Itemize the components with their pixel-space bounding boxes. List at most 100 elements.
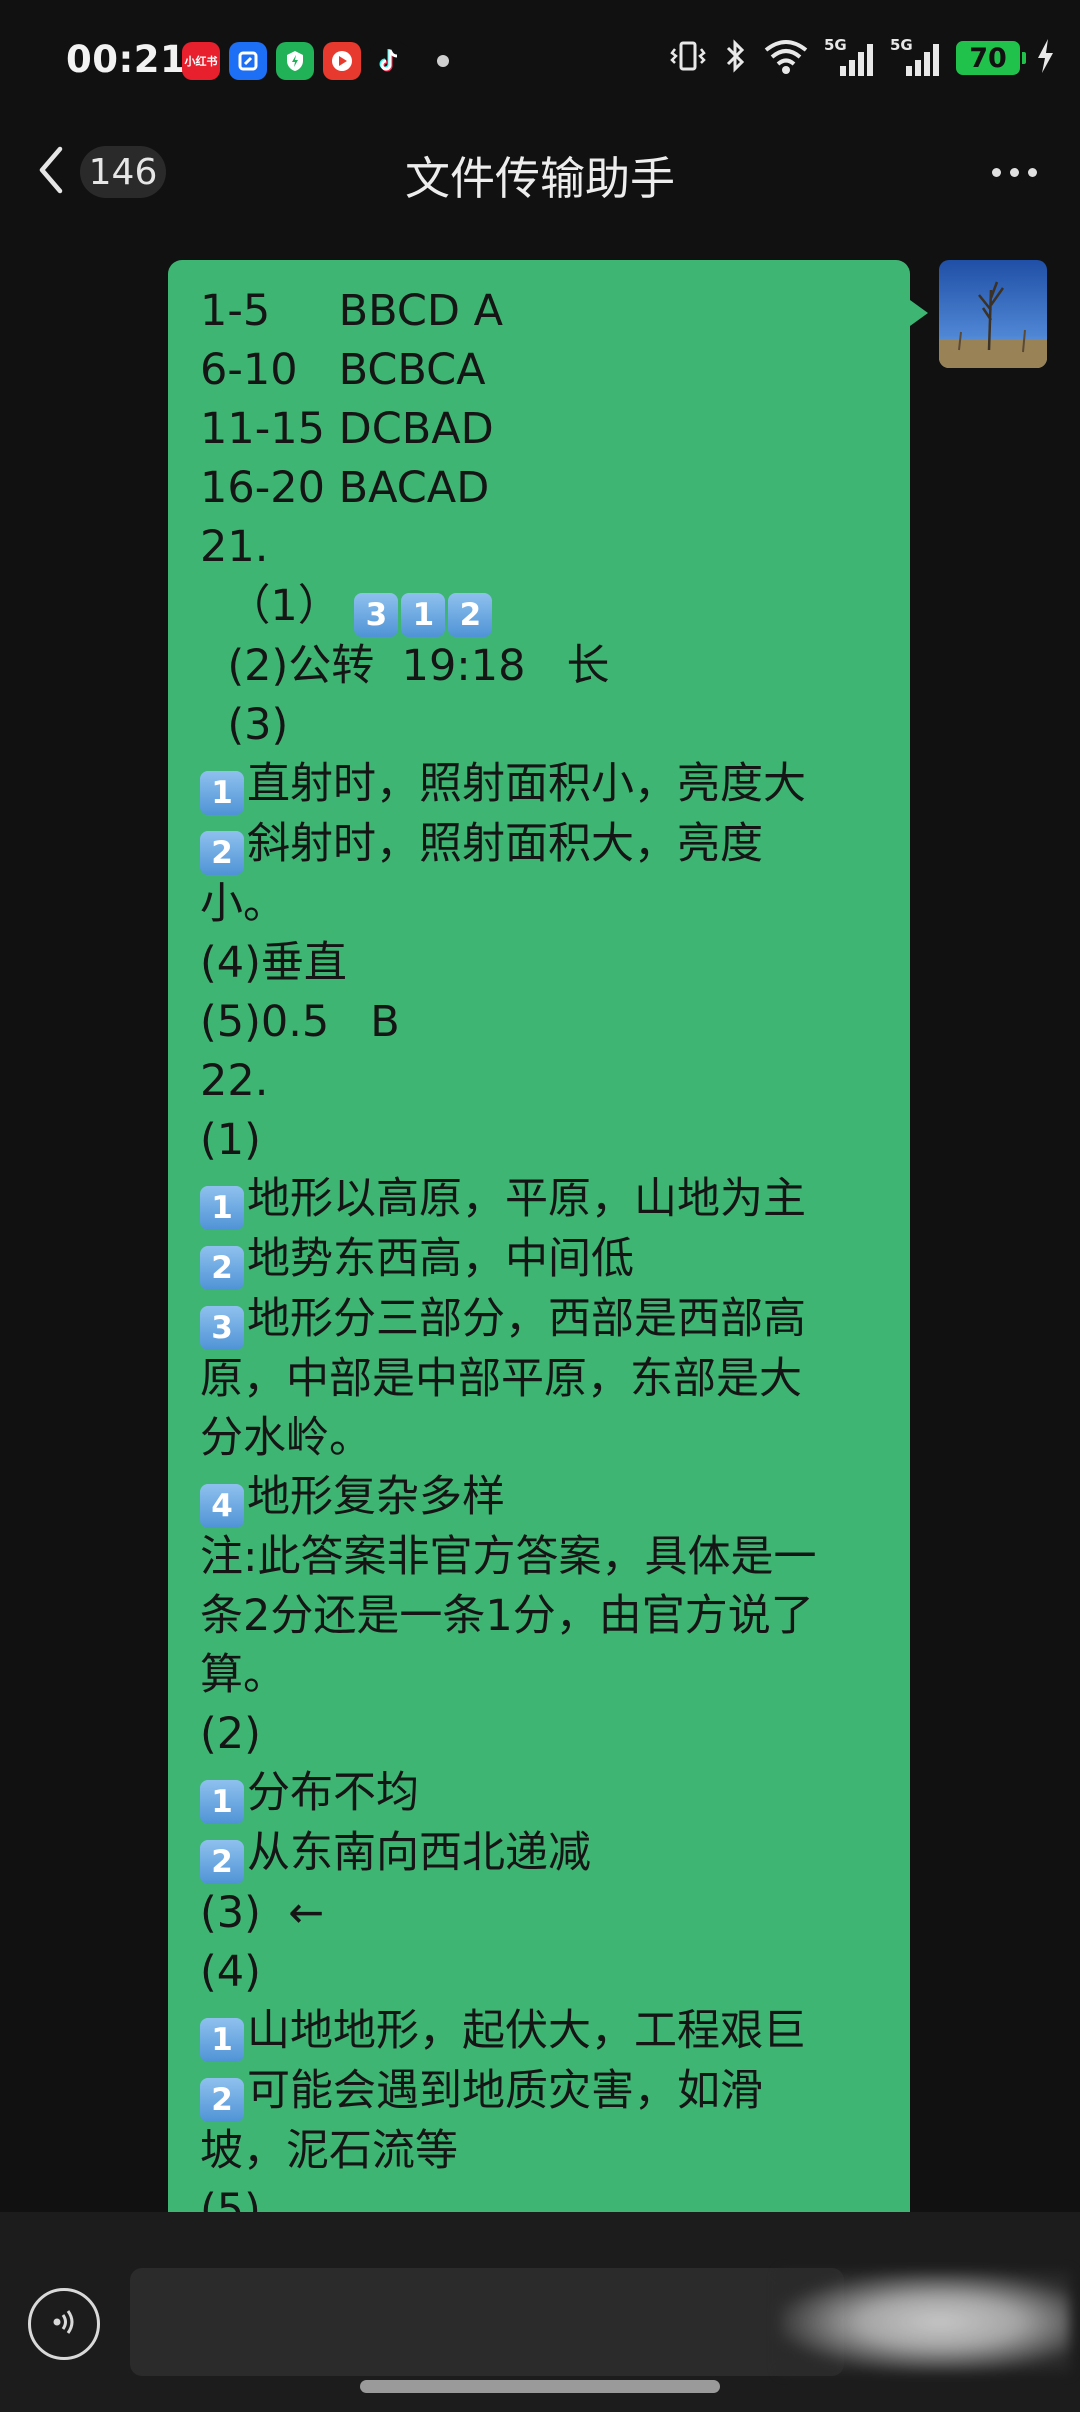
message-input[interactable] [130,2268,844,2376]
message-line-text: 斜射时，照射面积大，亮度 [247,819,763,869]
message-line-text: (4)垂直 [200,938,347,988]
message-line-text: 直射时，照射面积小，亮度大 [247,759,806,809]
input-bar [0,2212,1080,2412]
message-line-text: 原，中部是中部平原，东部是大 [200,1354,802,1404]
message-line: 6-10 BCBCA [200,341,880,400]
chat-header: 146 文件传输助手 [0,122,1080,222]
notification-app-icons: 小红书 [182,42,408,80]
message-line-text: 6-10 BCBCA [200,345,486,395]
keycap-number-icon: 1 [200,2018,244,2062]
message-line-text: 22. [200,1056,269,1106]
message-line-text: 坡，泥石流等 [200,2126,458,2176]
system-status-icons: 5G 5G 70 [668,36,1056,80]
keycap-number-icon: 2 [200,831,244,875]
more-dot [991,167,1001,177]
wifi-icon [762,36,810,80]
message-line-text: 条2分还是一条1分，由官方说了 [200,1591,814,1641]
message-line-text: 分水岭。 [200,1413,372,1463]
voice-input-button[interactable] [28,2288,100,2360]
screen: 00:21 小红书 5G 5G 70 146 文件传输助手 1-5 BBCD A… [0,0,1080,2412]
message-line-text: 地形以高原，平原，山地为主 [247,1174,806,1224]
message-line: 1 地形以高原，平原，山地为主 [200,1170,880,1230]
chat-title: 文件传输助手 [404,152,675,205]
keycap-number-icon: 3 [354,593,399,637]
message-line: (5) [200,2181,880,2212]
message-line: 2 斜射时，照射面积大，亮度 [200,815,880,875]
vibrate-icon [668,36,708,80]
voice-icon [47,2305,81,2343]
message-line: (2) [200,1705,880,1764]
keycap-number-icon: 4 [200,1484,244,1528]
message-line: 1 分布不均 [200,1764,880,1824]
message-line: 注:此答案非官方答案，具体是一 [200,1528,880,1587]
message-line: 坡，泥石流等 [200,2122,880,2181]
keycap-number-icon: 1 [401,593,446,637]
message-line: (1) [200,1111,880,1170]
message-line-text: 地势东西高，中间低 [247,1234,634,1284]
keycap-number-icon: 2 [200,1246,244,1290]
keycap-number-icon: 1 [200,771,244,815]
message-line-text: 11-15 DCBAD [200,404,494,454]
video-app-icon [323,42,361,80]
more-notifications-dot [437,55,449,67]
cellular-signal-1-icon: 5G [824,36,876,78]
message-line-text: (2)公转 19:18 长 [200,641,610,691]
status-bar: 00:21 小红书 5G 5G 70 [0,0,1080,122]
message-line: 小。 [200,875,880,934]
message-line-text: 地形复杂多样 [247,1472,505,1522]
home-indicator[interactable] [360,2380,720,2393]
message-line: 原，中部是中部平原，东部是大 [200,1350,880,1409]
tiktok-icon [370,42,408,80]
message-line: 22. [200,1052,880,1111]
chat-messages-area[interactable]: 1-5 BBCD A 6-10 BCBCA 11-15 DCBAD 16-20 BAC… [0,222,1080,2212]
message-line-text: 16-20 BACAD [200,463,490,513]
message-line: 分水岭。 [200,1409,880,1468]
message-line: 2 可能会遇到地质灾害，如滑 [200,2062,880,2122]
message-line: 2 地势东西高，中间低 [200,1230,880,1290]
message-line: (4)垂直 [200,934,880,993]
message-line: 1-5 BBCD A [200,282,880,341]
shield-app-icon [276,42,314,80]
keycap-number-icon: 2 [448,593,493,637]
message-line: 11-15 DCBAD [200,400,880,459]
keycap-number-icon: 2 [200,1840,244,1884]
message-line: 条2分还是一条1分，由官方说了 [200,1587,880,1646]
message-line: 3 地形分三部分，西部是西部高 [200,1290,880,1350]
message-line-text: (2) [200,1709,261,1759]
message-line-text: 1-5 BBCD A [200,286,504,336]
message-line-text: (3) ← [200,1888,325,1938]
message-line: 1 山地地形，起伏大，工程艰巨 [200,2002,880,2062]
message-line-text: 算。 [200,1650,286,1700]
message-line-text: (5)0.5 B [200,997,400,1047]
message-line: 算。 [200,1646,880,1705]
user-avatar[interactable] [939,260,1047,368]
message-line: (3) ← [200,1884,880,1943]
message-line: 21. [200,518,880,577]
status-time: 00:21 [66,38,187,81]
bluetooth-icon [722,36,748,80]
keycap-number-icon: 1 [200,1780,244,1824]
message-line: （1） 312 [200,577,880,637]
more-options-button[interactable] [980,146,1048,198]
message-line: 16-20 BACAD [200,459,880,518]
battery-indicator: 70 [956,41,1026,75]
message-line: 1 直射时，照射面积小，亮度大 [200,755,880,815]
keycap-number-icon: 3 [200,1306,244,1350]
message-line: (3) [200,696,880,755]
message-line-text: (1) [200,1115,261,1165]
message-line-text: 地形分三部分，西部是西部高 [247,1294,806,1344]
message-bubble[interactable]: 1-5 BBCD A 6-10 BCBCA 11-15 DCBAD 16-20 BAC… [168,260,928,2212]
message-line-text: 分布不均 [247,1768,419,1818]
message-line-text: 从东南向西北递减 [247,1828,591,1878]
blue-app-icon [229,42,267,80]
message-line-text: 山地地形，起伏大，工程艰巨 [247,2006,806,2056]
blurred-controls [780,2272,1070,2372]
xiaohongshu-icon: 小红书 [182,42,220,80]
keycap-number-icon: 1 [200,1186,244,1230]
more-dot [1027,167,1037,177]
message-line: 2 从东南向西北递减 [200,1824,880,1884]
message-line-text: (5) [200,2185,261,2212]
cellular-signal-2-icon: 5G [890,36,942,78]
message-line-text: 可能会遇到地质灾害，如滑 [247,2066,763,2116]
message-line-text: 小。 [200,879,286,929]
